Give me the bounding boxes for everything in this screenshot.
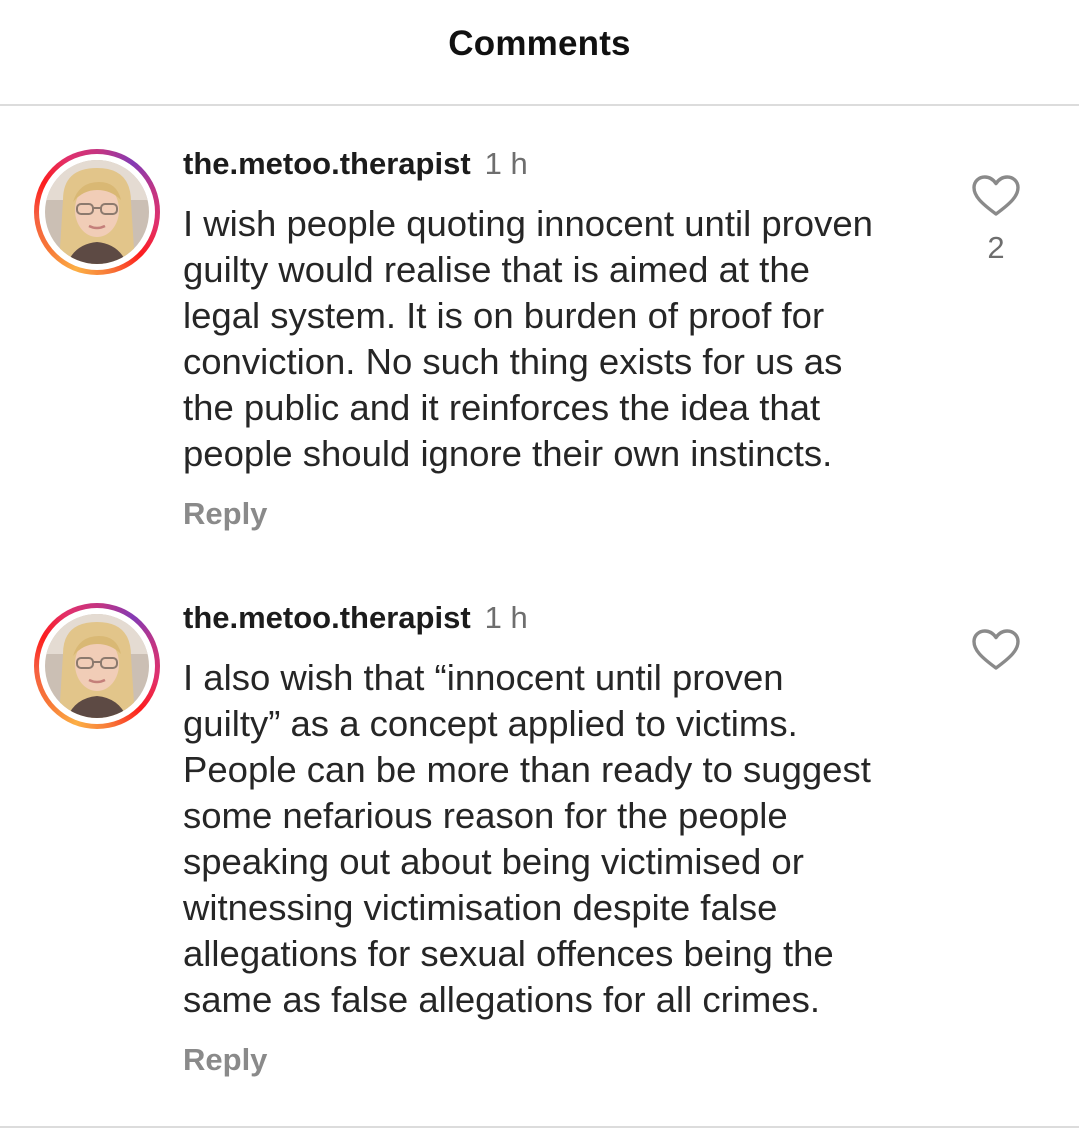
avatar-photo: [45, 160, 149, 264]
like-button[interactable]: [970, 628, 1022, 677]
comment-text: I wish people quoting innocent until pro…: [183, 203, 873, 474]
avatar[interactable]: [34, 603, 160, 729]
comment-meta: the.metoo.therapist 1 h: [183, 600, 528, 636]
comment-time: 1 h: [484, 146, 528, 181]
reply-button[interactable]: Reply: [183, 1042, 267, 1078]
divider: [0, 1126, 1079, 1128]
username[interactable]: the.metoo.therapist: [183, 600, 471, 635]
comment-text: I also wish that “innocent until proven …: [183, 657, 871, 1020]
comments-header: Comments: [0, 0, 1079, 106]
comment-time: 1 h: [484, 600, 528, 635]
reply-button[interactable]: Reply: [183, 496, 267, 532]
avatar[interactable]: [34, 149, 160, 275]
heart-outline-icon: [972, 175, 1020, 216]
username[interactable]: the.metoo.therapist: [183, 146, 471, 181]
like-count: 2: [987, 230, 1005, 265]
like-button[interactable]: [970, 174, 1022, 223]
comment-meta: the.metoo.therapist 1 h: [183, 146, 528, 182]
avatar-photo: [45, 614, 149, 718]
heart-outline-icon: [972, 629, 1020, 670]
page-title: Comments: [448, 24, 631, 63]
